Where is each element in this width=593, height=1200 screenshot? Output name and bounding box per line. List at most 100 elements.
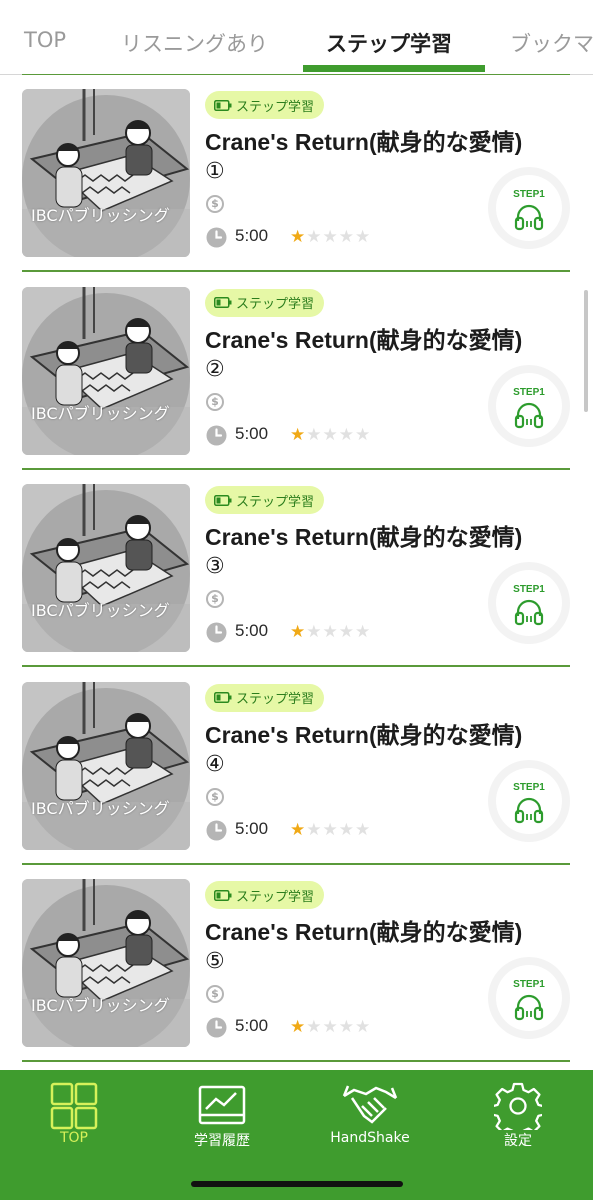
nav-label: 学習履歴 xyxy=(194,1133,250,1149)
duration-text: 5:00 xyxy=(235,423,269,443)
clock-icon xyxy=(206,820,227,841)
content-title: Crane's Return(献身的な愛情) ⑤ xyxy=(205,918,545,976)
star-empty-icon: ★ xyxy=(338,1017,354,1037)
content-title: Crane's Return(献身的な愛情) ① xyxy=(205,128,545,186)
star-filled-icon: ★ xyxy=(290,819,306,840)
nav-handshake[interactable]: HandShake xyxy=(296,1070,444,1160)
tab-top[interactable]: TOP xyxy=(24,28,66,52)
price-icon: $ xyxy=(206,590,224,608)
star-empty-icon: ★ xyxy=(322,819,338,840)
star-filled-icon: ★ xyxy=(290,622,306,642)
nav-label: HandShake xyxy=(330,1130,410,1146)
step-play-button[interactable]: STEP1 xyxy=(488,364,570,447)
step-label: STEP1 xyxy=(513,189,545,200)
star-empty-icon: ★ xyxy=(355,819,371,840)
price-icon: $ xyxy=(206,195,224,213)
step-label: STEP1 xyxy=(513,386,545,398)
difficulty-rating: ★★★★★ xyxy=(290,227,371,247)
content-title: Crane's Return(献身的な愛情) ② xyxy=(205,326,545,384)
nav-label: TOP xyxy=(59,1130,88,1146)
episode-number: ③ xyxy=(205,554,225,579)
battery-icon xyxy=(214,889,232,901)
star-empty-icon: ★ xyxy=(322,1017,338,1037)
star-empty-icon: ★ xyxy=(322,622,338,642)
content-title: Crane's Return(献身的な愛情) ③ xyxy=(205,523,545,581)
step-play-button[interactable]: STEP1 xyxy=(488,957,570,1039)
difficulty-rating: ★★★★★ xyxy=(290,819,371,840)
tab-listening[interactable]: リスニングあり xyxy=(121,28,268,58)
headphones-icon xyxy=(514,994,544,1021)
clock-icon xyxy=(206,425,227,446)
publisher-label: IBCパブリッシング xyxy=(31,601,170,620)
category-tab-bar: TOP リスニングあり ステップ学習 ブックマ xyxy=(0,0,593,75)
star-empty-icon: ★ xyxy=(322,424,338,445)
title-text: Crane's Return(献身的な愛情) xyxy=(205,524,523,550)
star-empty-icon: ★ xyxy=(355,1017,371,1037)
thumbnail-image: IBCパブリッシング xyxy=(22,286,190,455)
thumbnail-image: IBCパブリッシング xyxy=(22,879,190,1047)
price-icon: $ xyxy=(206,985,224,1003)
nav-history[interactable]: 学習履歴 xyxy=(148,1070,296,1160)
price-icon: $ xyxy=(206,392,224,411)
headphones-icon xyxy=(514,204,544,231)
content-card[interactable]: IBCパブリッシング ステップ学習 Crane's Return(献身的な愛情)… xyxy=(0,667,593,865)
home-indicator xyxy=(191,1181,403,1187)
content-card[interactable]: IBCパブリッシング ステップ学習 Crane's Return(献身的な愛情)… xyxy=(0,469,593,667)
star-empty-icon: ★ xyxy=(306,1017,322,1037)
star-empty-icon: ★ xyxy=(306,819,322,840)
content-card[interactable]: IBCパブリッシング ステップ学習 Crane's Return(献身的な愛情)… xyxy=(0,864,593,1062)
difficulty-rating: ★★★★★ xyxy=(290,1017,371,1037)
battery-icon xyxy=(214,692,232,703)
step-play-button[interactable]: STEP1 xyxy=(488,759,570,842)
duration-text: 5:00 xyxy=(235,621,269,640)
nav-settings[interactable]: 設定 xyxy=(444,1070,592,1160)
content-title: Crane's Return(献身的な愛情) ④ xyxy=(205,721,545,779)
content-card[interactable]: IBCパブリッシング ステップ学習 Crane's Return(献身的な愛情)… xyxy=(0,272,593,470)
tab-bookmark[interactable]: ブックマ xyxy=(510,28,593,58)
step-learning-badge: ステップ学習 xyxy=(205,881,325,909)
star-empty-icon: ★ xyxy=(338,819,354,840)
battery-icon xyxy=(214,99,232,111)
title-text: Crane's Return(献身的な愛情) xyxy=(205,919,523,945)
step-play-button[interactable]: STEP1 xyxy=(488,167,570,249)
step-learning-badge: ステップ学習 xyxy=(205,288,325,317)
nav-top[interactable]: TOP xyxy=(0,1070,148,1160)
headphones-icon xyxy=(514,797,544,823)
title-text: Crane's Return(献身的な愛情) xyxy=(205,721,523,748)
content-card[interactable]: IBCパブリッシング ステップ学習 Crane's Return(献身的な愛情)… xyxy=(0,74,593,272)
publisher-label: IBCパブリッシング xyxy=(31,206,170,225)
badge-label: ステップ学習 xyxy=(236,692,315,707)
nav-label: 設定 xyxy=(504,1133,532,1149)
episode-number: ⑤ xyxy=(205,949,225,974)
headphones-icon xyxy=(514,402,544,428)
star-empty-icon: ★ xyxy=(338,227,354,247)
star-empty-icon: ★ xyxy=(306,622,322,642)
star-empty-icon: ★ xyxy=(355,227,371,247)
grid-icon xyxy=(50,1082,98,1130)
step-label: STEP1 xyxy=(513,584,545,595)
title-text: Crane's Return(献身的な愛情) xyxy=(205,129,523,155)
star-filled-icon: ★ xyxy=(290,1017,306,1037)
clock-icon xyxy=(206,227,227,248)
star-empty-icon: ★ xyxy=(338,622,354,642)
title-text: Crane's Return(献身的な愛情) xyxy=(205,326,523,353)
step-learning-badge: ステップ学習 xyxy=(205,486,325,514)
step-play-button[interactable]: STEP1 xyxy=(488,562,570,644)
battery-icon xyxy=(214,494,232,506)
duration-text: 5:00 xyxy=(235,818,269,838)
clock-icon xyxy=(206,1017,227,1038)
thumbnail-image: IBCパブリッシング xyxy=(22,484,190,652)
scrollbar[interactable] xyxy=(584,290,588,412)
difficulty-rating: ★★★★★ xyxy=(290,424,371,445)
thumbnail-image: IBCパブリッシング xyxy=(22,89,190,257)
star-empty-icon: ★ xyxy=(338,424,354,445)
active-tab-indicator xyxy=(303,65,485,72)
episode-number: ② xyxy=(205,356,225,382)
chart-icon xyxy=(198,1085,246,1125)
badge-label: ステップ学習 xyxy=(236,99,315,115)
tab-step-learning[interactable]: ステップ学習 xyxy=(326,28,452,58)
step-learning-badge: ステップ学習 xyxy=(205,91,325,119)
content-list[interactable]: IBCパブリッシング ステップ学習 Crane's Return(献身的な愛情)… xyxy=(0,74,593,1070)
gear-icon xyxy=(494,1082,542,1130)
star-empty-icon: ★ xyxy=(355,622,371,642)
